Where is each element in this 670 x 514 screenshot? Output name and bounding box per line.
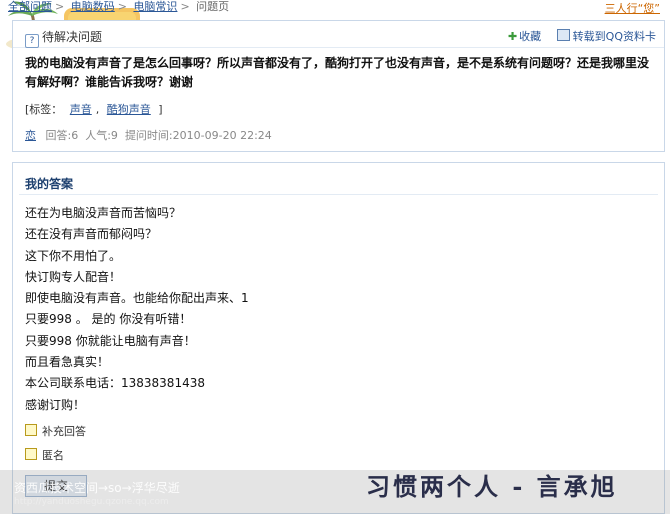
answer-line: 只要998 。 是的 你没有听错！ (25, 312, 192, 327)
answer-line: 即使电脑没有声音。也能给你配出声来、1 (25, 291, 249, 306)
question-mark-icon: ? (25, 34, 39, 48)
supplement-label: 补充回答 (42, 425, 86, 438)
watermark-left-text: 资西瓜技术空间→so→浮华尽逝 (14, 481, 180, 495)
asker-link[interactable]: 恋 (25, 129, 36, 142)
divider (19, 194, 658, 195)
answer-line: 感谢订购！ (25, 397, 86, 412)
answer-line: 这下你不用怕了。 (25, 248, 122, 263)
watermark-signature: 习惯两个人 - 言承旭 (366, 472, 618, 501)
breadcrumb-computer-tips[interactable]: 电脑常识 (133, 0, 177, 13)
answer-line: 本公司联系电话：13838381438 (25, 376, 205, 391)
breadcrumb: 全部问题 > 电脑数码 > 电脑常识 > 问题页 (8, 0, 230, 13)
question-status: ? 待解决问题 (25, 28, 102, 48)
plus-icon: ✚ (507, 30, 518, 43)
view-count: 人气:9 (85, 129, 118, 142)
tags-close: ] (158, 103, 163, 116)
tags-label: [标签： (25, 103, 63, 116)
answer-text-area[interactable]: 还在为电脑没声音而苦恼吗？ 还在没有声音而郁闷吗？ 这下你不用怕了。 快订购专人… (25, 203, 249, 416)
breadcrumb-all-questions[interactable]: 全部问题 (8, 0, 52, 13)
answer-line: 而且看急真实！ (25, 355, 110, 370)
anonymous-checkbox[interactable] (25, 448, 37, 460)
breadcrumb-current: 问题页 (196, 0, 230, 13)
top-right-link[interactable]: 三人行“您” (605, 0, 660, 16)
answer-title: 我的答案 (25, 177, 74, 191)
answer-line: 只要998 你就能让电脑有声音！ (25, 333, 196, 348)
supplement-option[interactable]: 补充回答 (25, 423, 86, 439)
breadcrumb-digital[interactable]: 电脑数码 (71, 0, 115, 13)
ask-time: 提问时间:2010-09-20 22:24 (124, 129, 272, 142)
answer-line: 还在为电脑没声音而苦恼吗？ (25, 206, 182, 220)
question-status-label: 待解决问题 (42, 30, 103, 44)
answer-count: 回答:6 (45, 129, 79, 142)
answer-line: 快订购专人配音！ (25, 269, 122, 284)
answer-panel: 我的答案 还在为电脑没声音而苦恼吗？ 还在没有声音而郁闷吗？ 这下你不用怕了。 … (12, 162, 665, 514)
answer-line: 还在没有声音而郁闷吗？ (25, 227, 158, 242)
question-actions: ✚ 收藏 转载到QQ资料卡 (508, 28, 656, 44)
question-meta: 恋 回答:6 人气:9 提问时间:2010-09-20 22:24 (25, 127, 272, 143)
watermark-left: 资西瓜技术空间→so→浮华尽逝 http://yanduoshegu.qzone… (14, 479, 180, 507)
question-header: ? 待解决问题 ✚ 收藏 转载到QQ资料卡 (13, 21, 664, 48)
question-title: 我的电脑没有声音了是怎么回事呀？所以声音都没有了，酷狗打开了也没有声音，是不是系… (25, 56, 650, 89)
supplement-checkbox[interactable] (25, 424, 37, 436)
qq-card-icon (556, 29, 570, 41)
tag-link[interactable]: 酷狗声音 (107, 103, 151, 116)
watermark-url: http://yanduoshegu.qzone.qq.com (14, 497, 169, 507)
collect-link[interactable]: 收藏 (519, 30, 541, 43)
question-panel: ? 待解决问题 ✚ 收藏 转载到QQ资料卡 我的电脑没有声音了是怎么回事呀？所以声音… (12, 20, 665, 152)
anonymous-option[interactable]: 匿名 (25, 447, 64, 463)
share-qq-link[interactable]: 转载到QQ资料卡 (573, 30, 656, 43)
anonymous-label: 匿名 (42, 449, 64, 462)
tag-link[interactable]: 声音 (70, 103, 92, 116)
question-tags: [标签： 声音, 酷狗声音 ] (25, 103, 163, 116)
